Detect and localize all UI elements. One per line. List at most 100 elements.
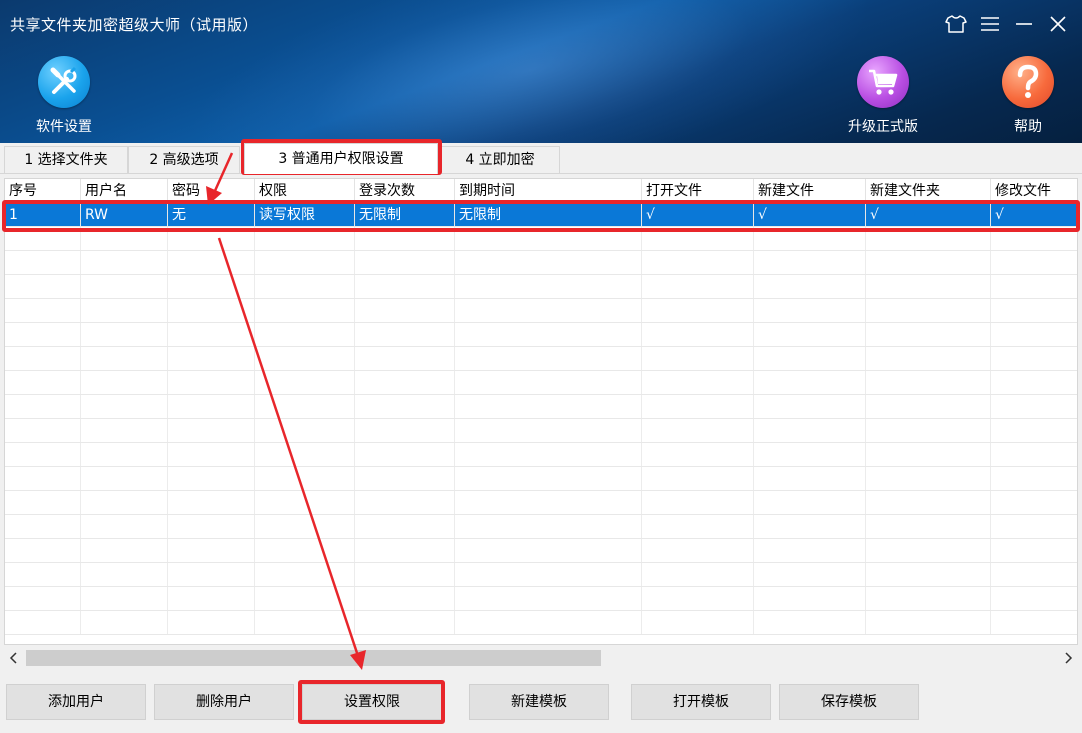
empty-table-row [5,323,1077,347]
column-header[interactable]: 密码 [168,179,255,202]
table-cell [754,251,866,274]
table-cell [642,395,754,418]
user-permission-table: 序号 用户名 密码 权限 登录次数 到期时间 打开文件 新建文件 新建文件夹 修改文件 1 RW 无读… [4,178,1078,645]
table-cell [355,611,455,634]
set-permission-button[interactable]: 设置权限 [302,684,442,720]
table-cell [81,395,168,418]
table-cell [866,395,991,418]
column-header[interactable]: 修改文件 [991,179,1077,202]
table-cell [866,491,991,514]
column-header[interactable]: 登录次数 [355,179,455,202]
table-cell [355,419,455,442]
tools-icon [38,56,90,108]
table-cell [5,299,81,322]
table-cell [255,299,355,322]
table-cell [255,611,355,634]
table-cell [991,419,1077,442]
table-cell [168,515,255,538]
table-cell [168,443,255,466]
window-controls [942,10,1072,38]
scroll-right-icon[interactable] [1058,648,1078,668]
table-cell [754,587,866,610]
table-cell [81,371,168,394]
table-cell [991,491,1077,514]
table-cell: 1 [5,203,81,226]
table-cell [81,587,168,610]
empty-table-row [5,275,1077,299]
table-cell [81,275,168,298]
table-cell [642,299,754,322]
table-cell [255,275,355,298]
table-cell [642,251,754,274]
table-cell [81,611,168,634]
table-cell [455,251,642,274]
table-cell [5,323,81,346]
empty-table-row [5,611,1077,635]
table-cell [642,539,754,562]
column-header[interactable]: 到期时间 [455,179,642,202]
tab-encrypt-now[interactable]: 4 立即加密 [440,146,560,173]
table-cell [81,251,168,274]
table-cell [866,371,991,394]
table-cell [355,251,455,274]
table-cell [168,275,255,298]
table-cell [642,419,754,442]
table-cell [5,491,81,514]
column-header[interactable]: 新建文件 [754,179,866,202]
table-cell [866,275,991,298]
table-cell [866,563,991,586]
table-cell [255,323,355,346]
tab-select-folder[interactable]: 1 选择文件夹 [4,146,128,173]
scrollbar-thumb[interactable] [26,650,601,666]
empty-table-row [5,515,1077,539]
upgrade-button[interactable]: 升级正式版 [848,56,918,136]
add-user-button[interactable]: 添加用户 [6,684,146,720]
column-header[interactable]: 用户名 [81,179,168,202]
table-cell [355,467,455,490]
help-button[interactable]: 帮助 [1002,56,1054,136]
empty-table-row [5,251,1077,275]
delete-user-button[interactable]: 删除用户 [154,684,294,720]
question-icon [1002,56,1054,108]
horizontal-scrollbar[interactable] [4,648,1078,668]
table-cell [866,323,991,346]
column-header[interactable]: 权限 [255,179,355,202]
table-row[interactable]: 1 RW 无读写权限 无限制 无限制 √ √ √ √ [5,203,1077,227]
table-cell [455,563,642,586]
column-header[interactable]: 新建文件夹 [866,179,991,202]
tab-user-permissions[interactable]: 3 普通用户权限设置 [244,143,438,174]
tab-advanced-options[interactable]: 2 高级选项 [128,146,240,173]
table-cell [991,275,1077,298]
table-cell: √ [754,203,866,226]
close-icon[interactable] [1044,10,1072,38]
table-cell [642,587,754,610]
empty-table-row [5,467,1077,491]
open-template-button[interactable]: 打开模板 [631,684,771,720]
save-template-button[interactable]: 保存模板 [779,684,919,720]
settings-button[interactable]: 软件设置 [36,56,92,136]
table-cell [991,395,1077,418]
table-cell [168,395,255,418]
app-title: 共享文件夹加密超级大师（试用版） [10,16,259,34]
table-cell [5,227,81,250]
table-cell [991,611,1077,634]
table-cell: 无 [168,203,255,226]
empty-table-row [5,443,1077,467]
table-cell [355,395,455,418]
empty-table-row [5,371,1077,395]
column-header[interactable]: 序号 [5,179,81,202]
minimize-icon[interactable] [1010,10,1038,38]
table-cell [255,587,355,610]
table-cell [642,443,754,466]
menu-icon[interactable] [976,10,1004,38]
table-cell [754,275,866,298]
table-cell [642,371,754,394]
shirt-icon[interactable] [942,10,970,38]
table-cell [455,323,642,346]
table-cell [455,299,642,322]
table-cell [455,443,642,466]
new-template-button[interactable]: 新建模板 [469,684,609,720]
table-cell [991,299,1077,322]
column-header[interactable]: 打开文件 [642,179,754,202]
scroll-left-icon[interactable] [4,648,24,668]
